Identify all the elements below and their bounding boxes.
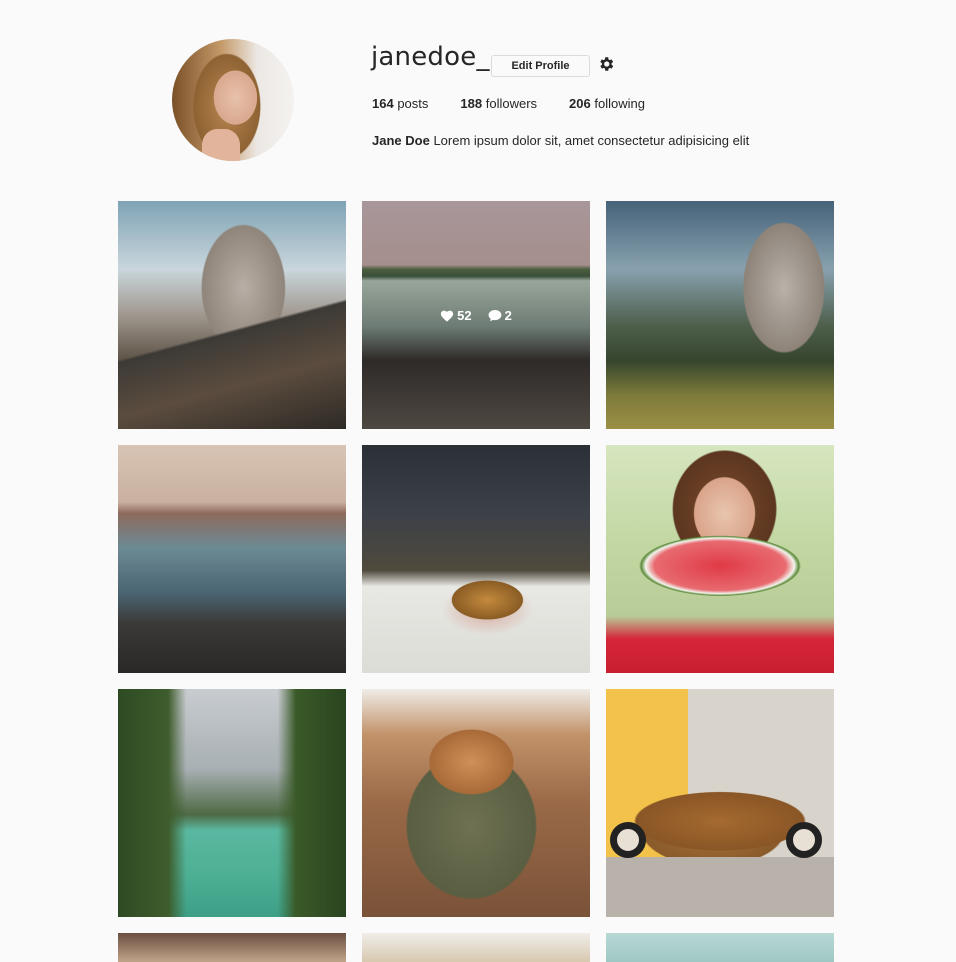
post-hover-overlay: 52 2 [362,201,590,429]
post-tile[interactable] [362,445,590,673]
profile-username: janedoe_ [371,42,490,72]
car-wheel [786,822,822,858]
profile-stats: 164 posts 188 followers 206 following [372,96,677,111]
posts-label: posts [397,96,429,111]
post-tile[interactable] [606,445,834,673]
post-grid: 52 2 [118,201,834,962]
post-tile[interactable] [606,933,834,962]
post-tile[interactable] [118,201,346,429]
bio-text: Lorem ipsum dolor sit, amet consectetur … [433,133,750,148]
stat-posts: 164 posts [372,96,428,111]
car-wheel [610,822,646,858]
heart-icon [441,310,454,322]
posts-count: 164 [372,96,394,111]
avatar-hand-shape [202,129,240,161]
edit-profile-button[interactable]: Edit Profile [491,55,590,77]
likes-stat: 52 [440,307,472,323]
post-tile[interactable]: 52 2 [362,201,590,429]
post-tile[interactable] [606,201,834,429]
bio-name: Jane Doe [372,133,430,148]
followers-label: followers [485,96,538,111]
post-tile[interactable] [362,689,590,917]
post-tile[interactable] [118,933,346,962]
stat-following[interactable]: 206 following [569,96,645,111]
profile-avatar[interactable] [172,39,294,161]
comment-icon [488,309,502,321]
post-tile[interactable] [118,689,346,917]
followers-count: 188 [460,96,483,111]
post-tile[interactable] [362,933,590,962]
comments-count: 2 [504,307,512,323]
gear-icon[interactable] [597,55,615,73]
following-count: 206 [569,96,591,111]
post-tile[interactable] [118,445,346,673]
profile-bio: Jane Doe Lorem ipsum dolor sit, amet con… [372,133,749,148]
likes-count: 52 [457,307,472,323]
post-tile[interactable] [606,689,834,917]
comments-stat: 2 [488,308,512,323]
stat-followers[interactable]: 188 followers [460,96,537,111]
following-label: following [594,96,645,111]
